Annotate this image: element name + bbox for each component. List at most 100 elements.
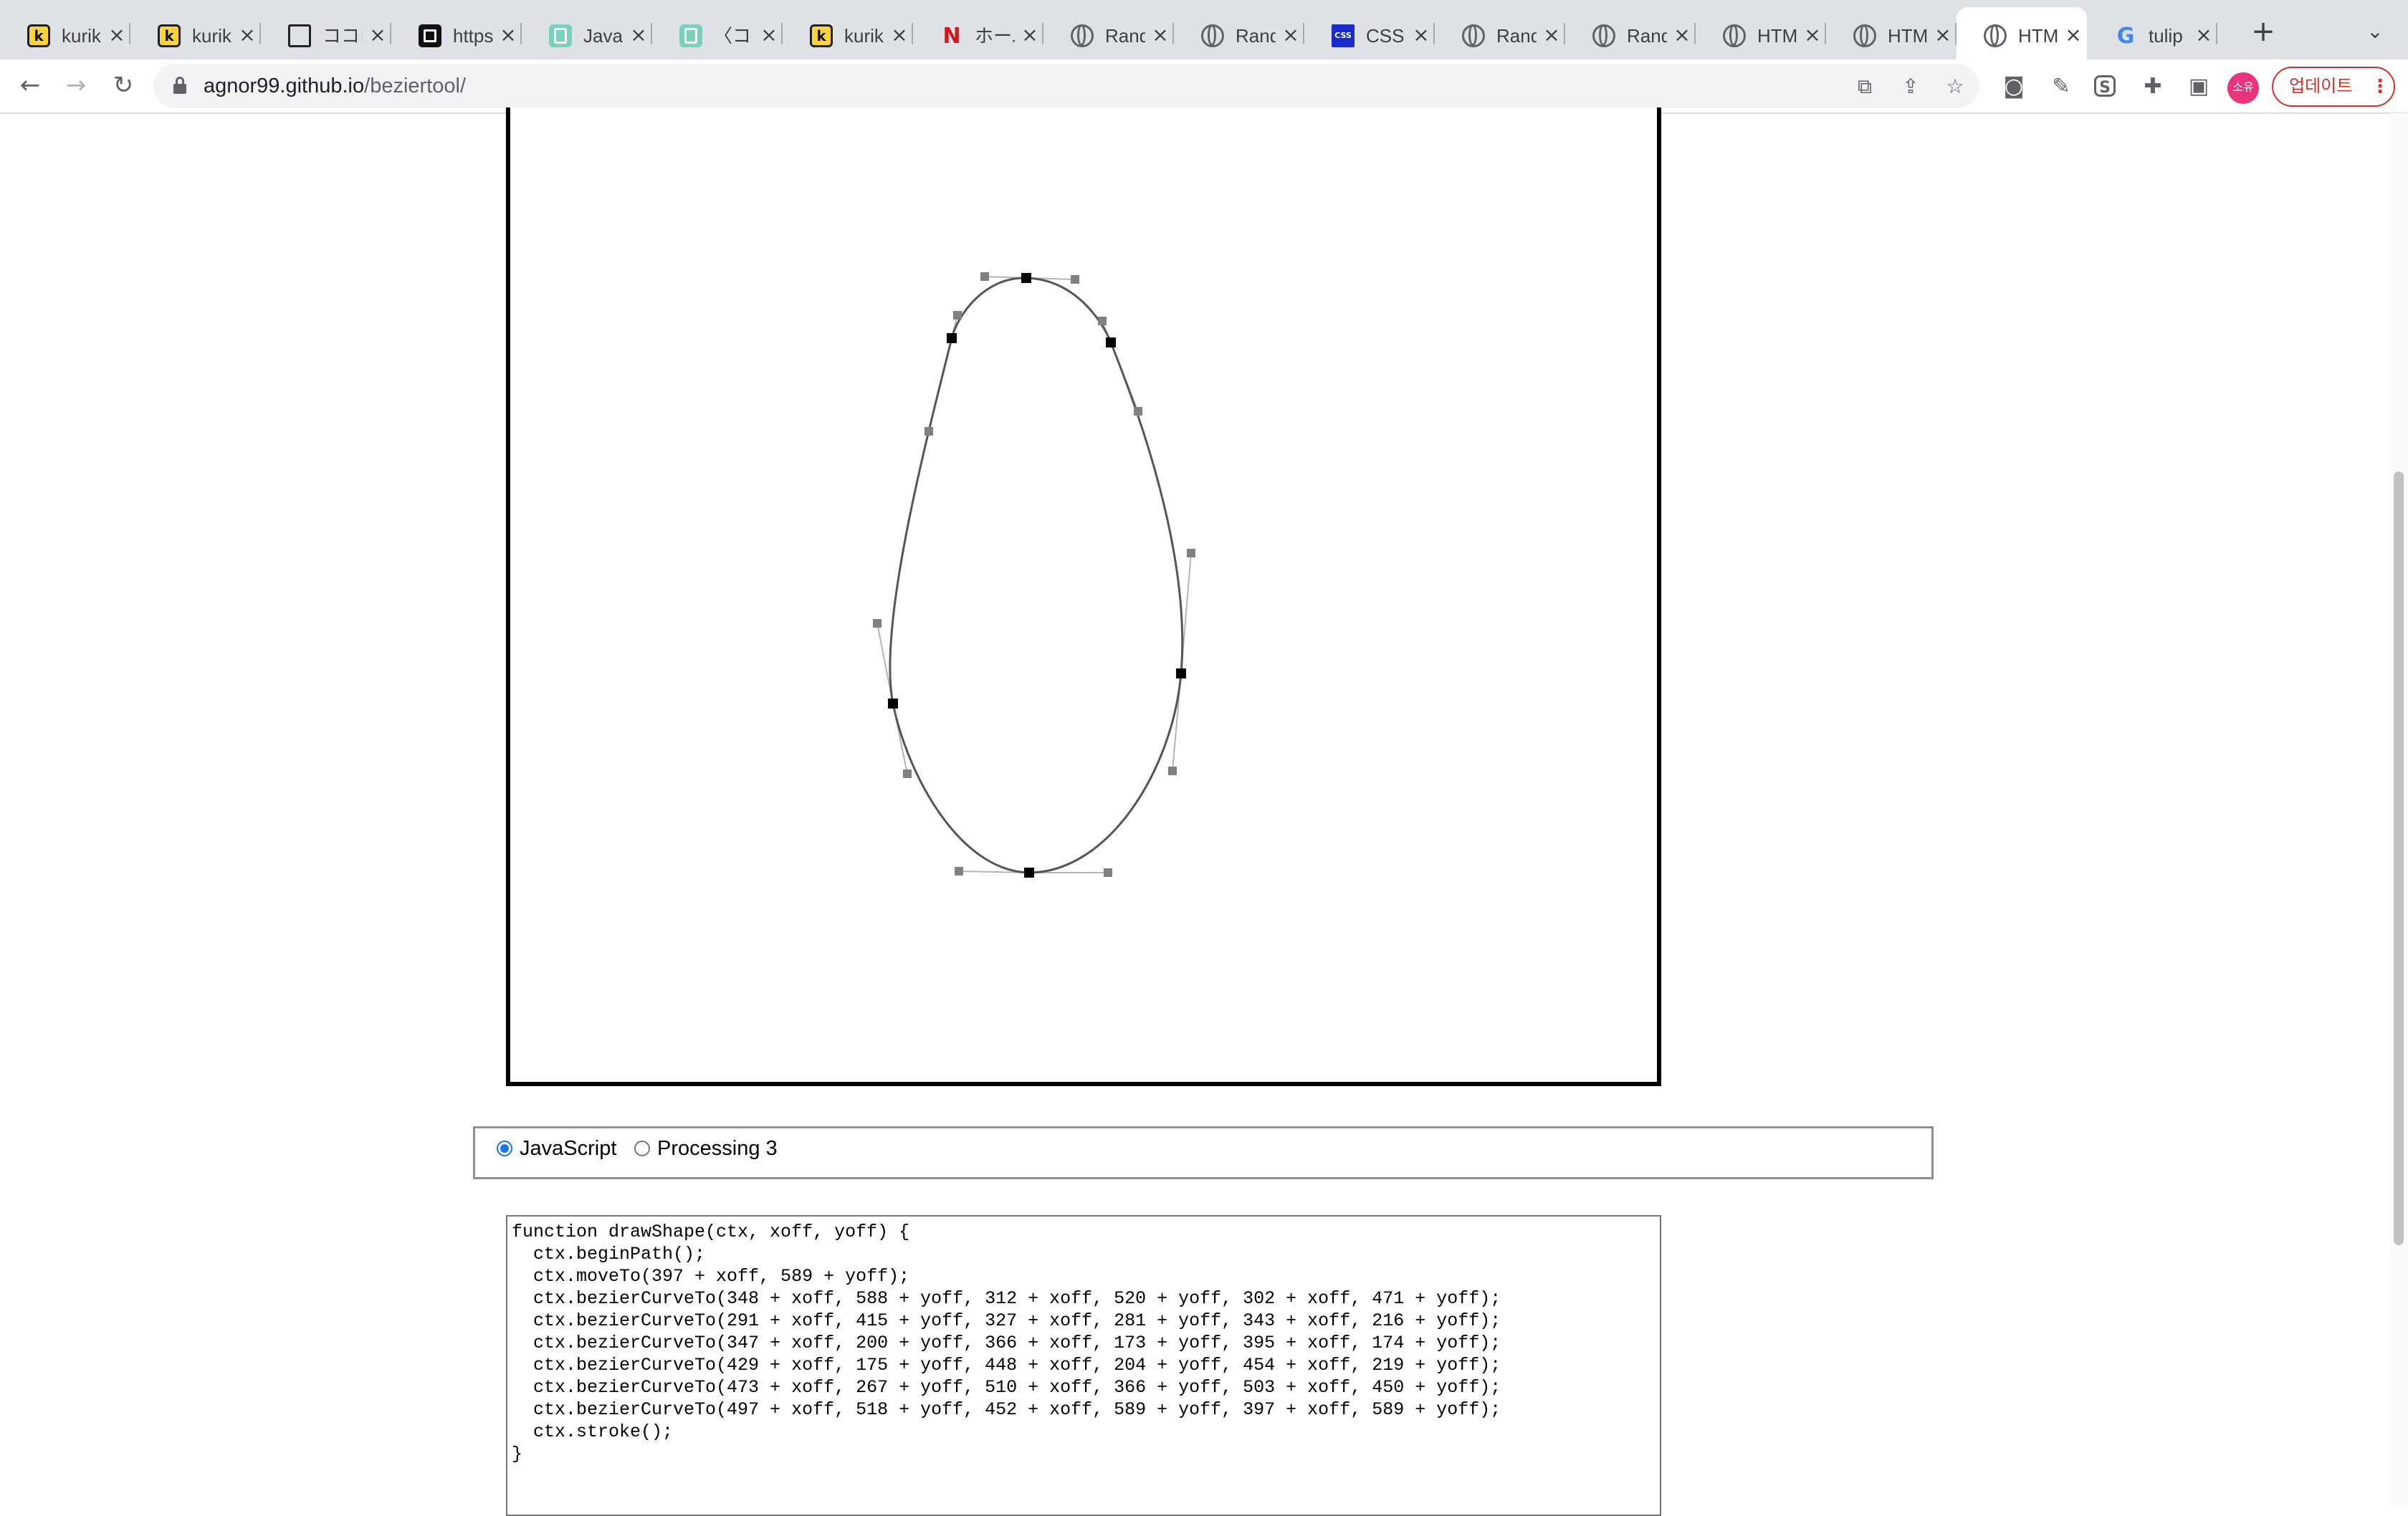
s-extension-icon[interactable]: S: [2094, 75, 2116, 97]
browser-toolbar: ← → ↻ agnor99.github.io/beziertool/ ⧉ ⇪ …: [0, 59, 2408, 114]
anchor-point[interactable]: [888, 699, 898, 709]
code-output-textarea[interactable]: function drawShape(ctx, xoff, yoff) { ct…: [506, 1215, 1661, 1516]
tab-title: Rand: [1496, 25, 1537, 47]
update-button[interactable]: 업데이트 ⋮: [2272, 67, 2395, 107]
tab-close-icon[interactable]: ×: [1151, 24, 1170, 46]
new-tab-button[interactable]: +: [2249, 17, 2278, 46]
address-bar[interactable]: agnor99.github.io/beziertool/ ⧉ ⇪ ☆: [153, 64, 1979, 108]
browser-tab[interactable]: Rand ×: [1043, 7, 1174, 59]
side-panel-icon[interactable]: ▣: [2184, 72, 2213, 101]
more-menu-icon[interactable]: ⋮: [2371, 68, 2389, 105]
processing-radio-label[interactable]: Processing 3: [657, 1136, 778, 1161]
extensions-puzzle-icon[interactable]: ✚: [2139, 72, 2167, 101]
browser-tab[interactable]: Gtulip ×: [2087, 7, 2217, 59]
tab-close-icon[interactable]: ×: [1021, 24, 1039, 46]
globe-icon: [1462, 24, 1485, 47]
browser-tab[interactable]: Rand ×: [1565, 7, 1696, 59]
browser-tab[interactable]: HTM ×: [1826, 7, 1956, 59]
browser-tab[interactable]: N ホーム ×: [913, 7, 1043, 59]
browser-tab[interactable]: https ×: [391, 7, 522, 59]
tab-title: CSS: [1366, 25, 1405, 47]
browser-tab[interactable]: k kurik ×: [0, 7, 130, 59]
control-handle[interactable]: [1187, 549, 1195, 557]
tab-title: kurik: [192, 25, 231, 47]
code-output-text[interactable]: function drawShape(ctx, xoff, yoff) { ct…: [512, 1221, 1501, 1465]
control-handle[interactable]: [1098, 317, 1107, 325]
browser-tab[interactable]: HTM ×: [1696, 7, 1826, 59]
anchor-point[interactable]: [947, 333, 957, 343]
bezier-canvas[interactable]: [506, 107, 1661, 1086]
tab-close-icon[interactable]: ×: [1934, 24, 1952, 46]
control-handle[interactable]: [1168, 767, 1177, 775]
browser-tab[interactable]: k kurik ×: [130, 7, 261, 59]
camera-extension-icon[interactable]: ◙: [2000, 72, 2028, 101]
tab-close-icon[interactable]: ×: [238, 24, 257, 46]
anchor-point[interactable]: [1176, 668, 1186, 678]
back-arrow-icon[interactable]: ←: [14, 69, 46, 101]
control-handle[interactable]: [1071, 275, 1079, 284]
tab-close-icon[interactable]: ×: [1673, 24, 1691, 46]
tab-title: ココロ: [322, 25, 363, 47]
scrollbar-thumb[interactable]: [2394, 471, 2404, 1245]
control-handle[interactable]: [873, 619, 882, 628]
tab-close-icon[interactable]: ×: [368, 24, 387, 46]
k-logo-icon: k: [27, 24, 50, 47]
eyedropper-extension-icon[interactable]: ✎: [2047, 72, 2075, 101]
url-domain: agnor99.github.io: [204, 75, 365, 97]
black-square-icon: [419, 24, 441, 47]
bookmark-star-icon[interactable]: ☆: [1942, 74, 1968, 100]
browser-tab[interactable]: Rand ×: [1174, 7, 1304, 59]
url-text[interactable]: agnor99.github.io/beziertool/: [204, 73, 466, 99]
tab-close-icon[interactable]: ×: [1542, 24, 1561, 46]
browser-tab[interactable]: k kurik ×: [783, 7, 913, 59]
anchor-point[interactable]: [1024, 868, 1034, 878]
tab-close-icon[interactable]: ×: [2064, 24, 2083, 46]
control-handle[interactable]: [980, 272, 989, 281]
browser-tab[interactable]: ココロ×: [261, 7, 391, 59]
translate-icon[interactable]: ⧉: [1852, 74, 1878, 100]
reload-icon[interactable]: ↻: [108, 69, 139, 101]
update-button-label: 업데이트: [2289, 77, 2353, 96]
teal-doc-icon: [679, 24, 702, 47]
k-logo-icon: k: [158, 24, 181, 47]
tab-close-icon[interactable]: ×: [108, 24, 126, 46]
processing-radio[interactable]: [634, 1141, 650, 1156]
tab-search-chevron-icon[interactable]: ⌄: [2362, 19, 2388, 44]
tab-close-icon[interactable]: ×: [1281, 24, 1300, 46]
lock-icon[interactable]: [173, 77, 186, 94]
tab-title: https: [453, 25, 493, 47]
control-handle[interactable]: [903, 769, 912, 778]
page-scrollbar[interactable]: [2389, 113, 2408, 1505]
anchor-point[interactable]: [1021, 273, 1031, 283]
tab-close-icon[interactable]: ×: [499, 24, 517, 46]
control-handle[interactable]: [955, 867, 963, 875]
forward-arrow-icon[interactable]: →: [60, 69, 92, 101]
square-outline-icon: [288, 24, 311, 47]
control-handle[interactable]: [1134, 407, 1142, 416]
control-handle[interactable]: [924, 427, 933, 436]
tab-close-icon[interactable]: ×: [1803, 24, 1822, 46]
tab-close-icon[interactable]: ×: [629, 24, 648, 46]
profile-avatar[interactable]: 소유: [2227, 72, 2259, 104]
browser-tab[interactable]: 〈ココ ×: [652, 7, 783, 59]
browser-tab[interactable]: HTM ×: [1956, 7, 2087, 59]
control-handle[interactable]: [1104, 868, 1112, 877]
share-icon[interactable]: ⇪: [1898, 74, 1924, 100]
google-g-icon: G: [2116, 23, 2135, 49]
browser-tab[interactable]: CSS CSS ×: [1304, 7, 1435, 59]
tab-title: Rand: [1627, 25, 1667, 47]
tab-close-icon[interactable]: ×: [1412, 24, 1430, 46]
browser-tab[interactable]: Rand ×: [1435, 7, 1565, 59]
javascript-radio[interactable]: [497, 1141, 512, 1156]
netflix-n-icon: N: [942, 23, 961, 49]
tab-close-icon[interactable]: ×: [2194, 24, 2213, 46]
tab-close-icon[interactable]: ×: [760, 24, 778, 46]
javascript-radio-label[interactable]: JavaScript: [520, 1136, 616, 1161]
bezier-shape-svg[interactable]: [510, 107, 1657, 1082]
browser-tab[interactable]: Java ×: [522, 7, 652, 59]
anchor-point[interactable]: [1106, 337, 1116, 347]
tab-title: HTM: [2018, 25, 2058, 47]
globe-icon: [1071, 24, 1094, 47]
control-handle[interactable]: [953, 311, 962, 320]
tab-close-icon[interactable]: ×: [890, 24, 909, 46]
